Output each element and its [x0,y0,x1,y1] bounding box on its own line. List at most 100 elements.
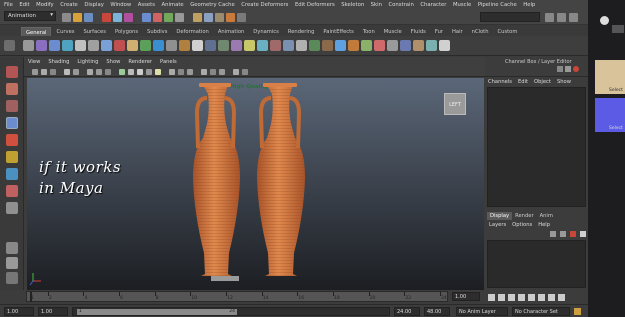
menu-modify[interactable]: Modify [36,2,54,8]
shelf-tab-polygons[interactable]: Polygons [111,27,142,36]
menu-display[interactable]: Display [84,2,104,8]
channel-menu-edit[interactable]: Edit [518,79,528,85]
shelf-menu-icon[interactable] [4,40,15,51]
snap-point-icon[interactable] [164,13,173,22]
channel-menu-object[interactable]: Object [534,79,551,85]
menu-create-deformers[interactable]: Create Deformers [241,2,288,8]
viewport-3d[interactable]: High Quality LEFT if it works in Maya [27,78,484,290]
shelf-tab-fur[interactable]: Fur [431,27,447,36]
vase-left[interactable] [193,83,240,276]
shelf-tab-fluids[interactable]: Fluids [407,27,430,36]
loft-icon[interactable] [205,40,216,51]
tab-icon[interactable] [612,25,624,33]
panel-menu-lighting[interactable]: Lighting [77,59,98,65]
menu-help[interactable]: Help [523,2,535,8]
paint-select-icon[interactable] [6,100,18,112]
soft-mod-icon[interactable] [6,185,18,197]
menu-set-dropdown[interactable]: Animation ▾ [4,11,56,21]
channel-menu-show[interactable]: Show [557,79,571,85]
gate-mask-icon[interactable] [105,69,111,75]
anti-aliasing-icon[interactable] [233,69,239,75]
nurbs-plane-icon[interactable] [75,40,86,51]
move-layer-down-icon[interactable] [560,231,566,237]
use-all-lights-icon[interactable] [155,69,161,75]
menu-skeleton[interactable]: Skeleton [341,2,364,8]
auto-key-icon[interactable] [574,308,581,315]
playback-end-field[interactable]: 24.00 [394,307,420,316]
poly-cylinder-icon[interactable] [114,40,125,51]
shelf-tab-hair[interactable]: Hair [448,27,467,36]
tool-settings-toggle-icon[interactable] [569,13,578,22]
cv-curve-icon[interactable] [192,40,203,51]
menu-assets[interactable]: Assets [138,2,155,8]
panel-menu-shading[interactable]: Shading [48,59,69,65]
menu-edit[interactable]: Edit [19,2,29,8]
light-icon[interactable] [244,40,255,51]
step-forward-key-icon[interactable] [548,294,555,301]
render-view-icon[interactable] [204,13,213,22]
layer-menu-layers[interactable]: Layers [489,222,506,228]
go-to-end-icon[interactable] [558,294,565,301]
current-frame-field[interactable]: 1.00 [452,292,480,301]
step-forward-frame-icon[interactable] [538,294,545,301]
shelf-tab-animation[interactable]: Animation [214,27,248,36]
character-set-dropdown[interactable]: No Character Set [512,307,570,316]
shelf-tab-surfaces[interactable]: Surfaces [79,27,109,36]
attribute-editor-toggle-icon[interactable] [557,13,566,22]
channel-options-icon[interactable] [565,66,571,72]
poly-cone-icon[interactable] [127,40,138,51]
select-tool-icon[interactable] [23,40,34,51]
new-layer-selected-icon[interactable] [580,231,586,237]
save-scene-icon[interactable] [84,13,93,22]
poly-sphere-icon[interactable] [101,40,112,51]
rotate-tool-icon[interactable] [6,134,18,146]
select-by-object-icon[interactable] [113,13,122,22]
dope-sheet-icon[interactable] [426,40,437,51]
go-to-start-icon[interactable] [488,294,495,301]
isolate-select-icon[interactable] [187,69,193,75]
extrude-icon[interactable] [231,40,242,51]
shelf-tab-custom[interactable]: Custom [494,27,522,36]
layer-tab-render[interactable]: Render [512,212,536,220]
shelf-tab-subdivs[interactable]: Subdivs [143,27,171,36]
resolution-gate-icon[interactable] [96,69,102,75]
nurbs-cube-icon[interactable] [49,40,60,51]
nurbs-sphere-icon[interactable] [36,40,47,51]
particle-icon[interactable] [348,40,359,51]
menu-geometry-cache[interactable]: Geometry Cache [190,2,235,8]
poly-plane-icon[interactable] [140,40,151,51]
panel-menu-panels[interactable]: Panels [160,59,177,65]
grid-icon[interactable] [73,69,79,75]
shelf-tab-deformation[interactable]: Deformation [172,27,212,36]
snap-plane-icon[interactable] [175,13,184,22]
single-perspective-layout-icon[interactable] [6,242,18,254]
select-tool-icon[interactable] [6,66,18,78]
playback-start-field[interactable]: 1.00 [38,307,68,316]
render-icon[interactable] [439,40,450,51]
menu-constrain[interactable]: Constrain [388,2,413,8]
ambient-occlusion-icon[interactable] [210,69,216,75]
subdiv-icon[interactable] [166,40,177,51]
play-backward-icon[interactable] [518,294,525,301]
camera-select-icon[interactable] [32,69,38,75]
render-current-icon[interactable] [215,13,224,22]
motion-blur-icon[interactable] [219,69,225,75]
range-slider-handle[interactable]: 1 24 [77,309,237,315]
play-forward-icon[interactable] [528,294,535,301]
close-icon[interactable] [600,16,609,25]
range-slider-bar[interactable]: 1 24 [72,307,390,316]
history-icon[interactable] [193,13,202,22]
animation-end-field[interactable]: 48.00 [424,307,450,316]
cluster-icon[interactable] [322,40,333,51]
bind-skin-icon[interactable] [296,40,307,51]
field-icon[interactable] [361,40,372,51]
channel-menu-channels[interactable]: Channels [488,79,512,85]
film-gate-icon[interactable] [87,69,93,75]
render-settings-icon[interactable] [237,13,246,22]
open-scene-icon[interactable] [73,13,82,22]
select-by-component-icon[interactable] [124,13,133,22]
hypershade-icon[interactable] [387,40,398,51]
outliner-layout-icon[interactable] [6,272,18,284]
shelf-tab-rendering[interactable]: Rendering [284,27,319,36]
step-back-frame-icon[interactable] [508,294,515,301]
